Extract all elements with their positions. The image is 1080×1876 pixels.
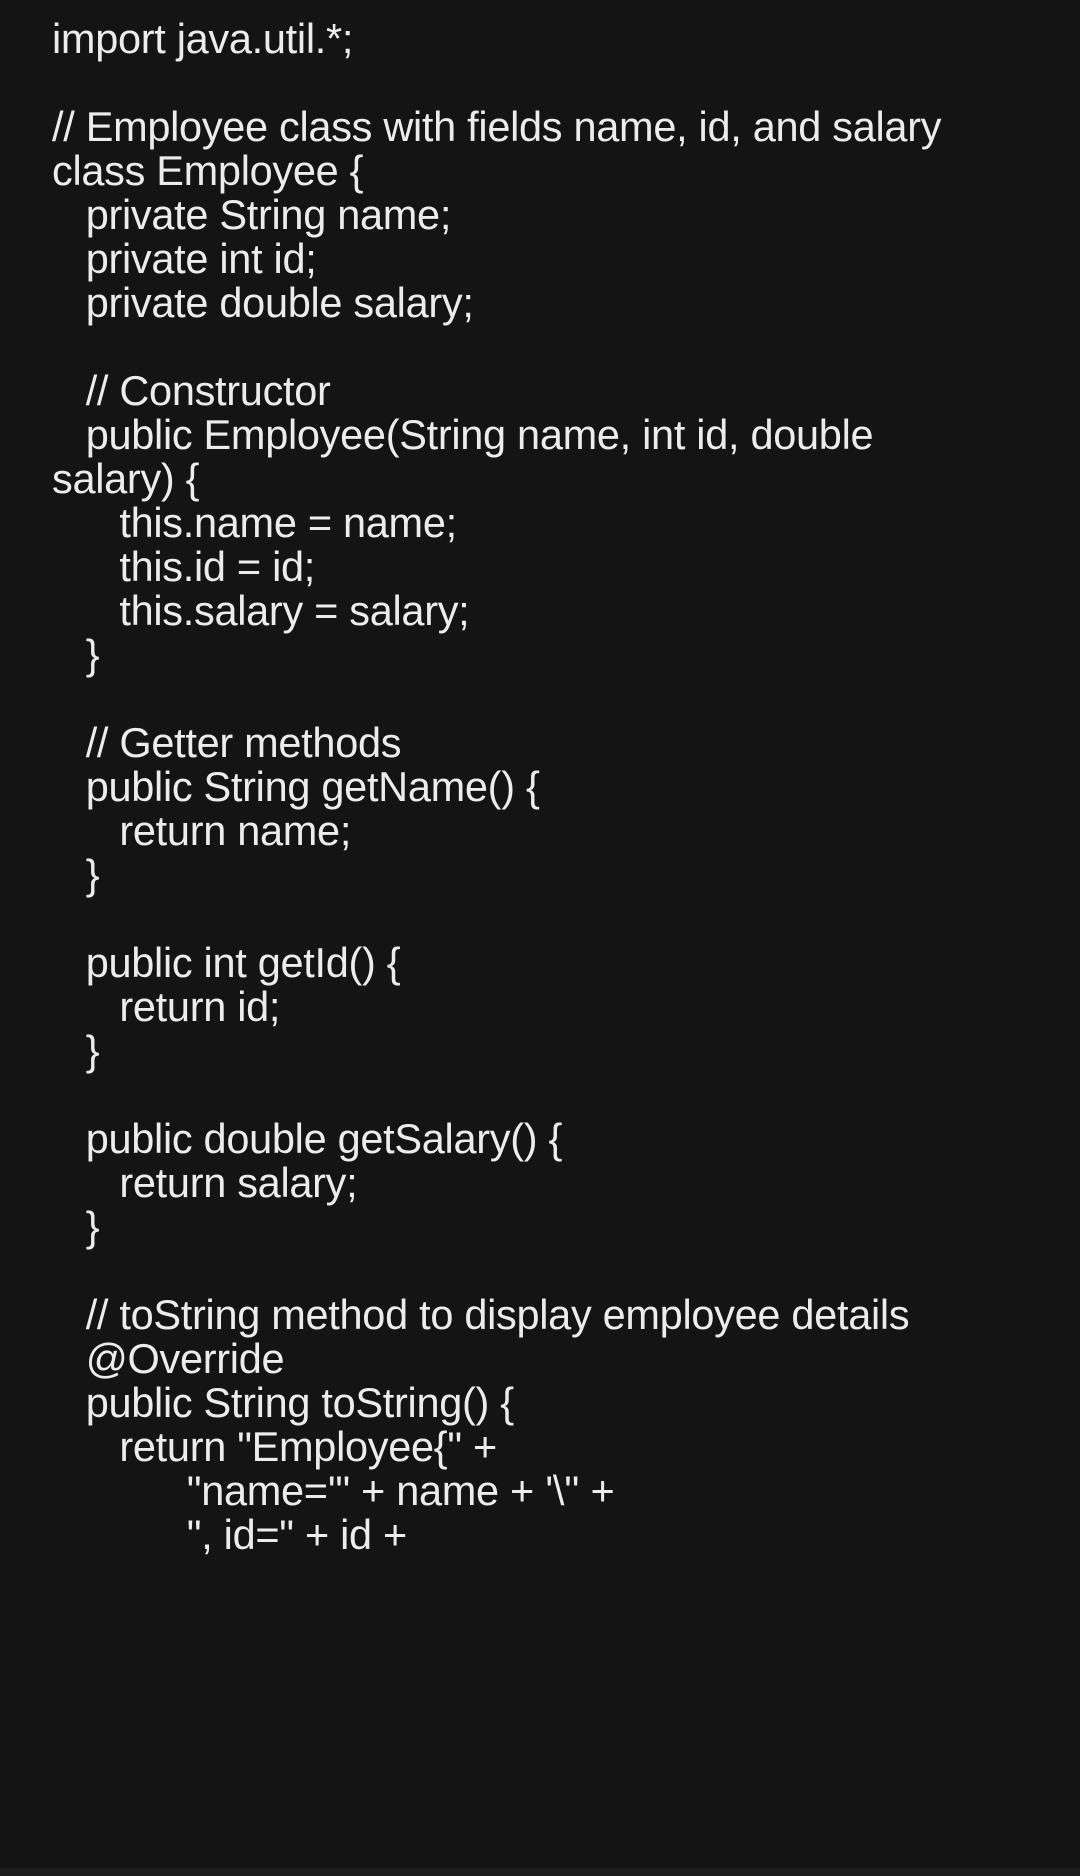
code-line-35: ", id=" + id + <box>52 1511 408 1558</box>
code-line-20: } <box>52 851 100 898</box>
code-line-1: import java.util.*; <box>52 15 354 62</box>
code-line-28: } <box>52 1203 100 1250</box>
code-line-15: } <box>52 631 100 678</box>
code-line-24: } <box>52 1027 100 1074</box>
code-viewer: import java.util.*; // Employee class wi… <box>0 0 1080 1876</box>
code-line-7: private double salary; <box>52 279 474 326</box>
bottom-edge <box>0 1868 1080 1876</box>
code-line-14: this.salary = salary; <box>52 587 470 634</box>
